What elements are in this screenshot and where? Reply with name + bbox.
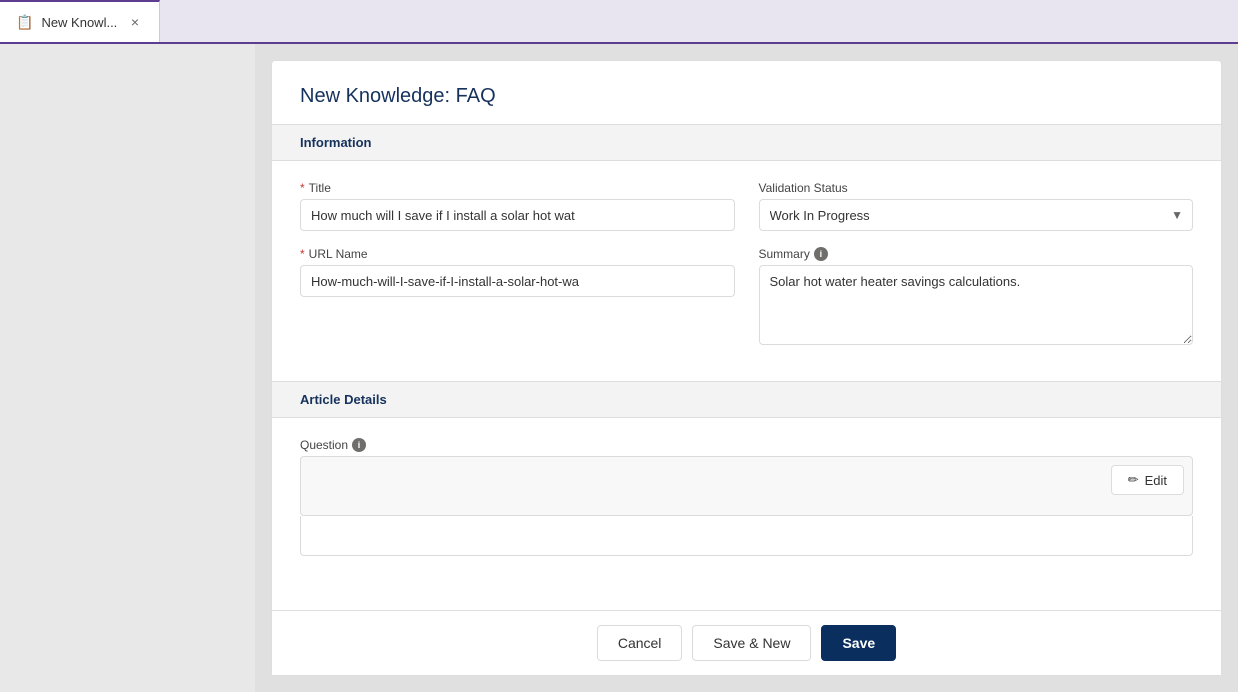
title-input[interactable]	[300, 199, 735, 231]
article-details-body: Question i ✏ Edit	[272, 418, 1221, 592]
main-area: New Knowledge: FAQ Information * Title	[0, 44, 1238, 692]
article-details-section-title: Article Details	[272, 381, 1221, 418]
tab-new-knowledge[interactable]: 📋 New Knowl... ×	[0, 0, 160, 42]
save-button[interactable]: Save	[821, 625, 896, 661]
question-bottom-section	[300, 516, 1193, 556]
sidebar	[0, 44, 255, 692]
title-required-star: *	[300, 181, 305, 195]
validation-status-select[interactable]: Draft Work In Progress Published Archive…	[759, 199, 1194, 231]
tab-label: New Knowl...	[41, 15, 117, 30]
page-title: New Knowledge: FAQ	[272, 61, 1221, 124]
tab-bar: 📋 New Knowl... ×	[0, 0, 1238, 44]
article-details-section: Article Details Question i ✏ Edit	[272, 381, 1221, 592]
validation-status-group: Validation Status Draft Work In Progress…	[759, 181, 1194, 231]
url-name-input[interactable]	[300, 265, 735, 297]
form-card: New Knowledge: FAQ Information * Title	[271, 60, 1222, 676]
information-section: Information * Title	[272, 124, 1221, 381]
question-info-icon[interactable]: i	[352, 438, 366, 452]
information-section-title: Information	[272, 124, 1221, 161]
form-footer: Cancel Save & New Save	[272, 610, 1221, 675]
summary-label: Summary i	[759, 247, 1194, 261]
save-new-button[interactable]: Save & New	[692, 625, 811, 661]
validation-status-wrapper: Draft Work In Progress Published Archive…	[759, 199, 1194, 231]
summary-group: Summary i Solar hot water heater savings…	[759, 247, 1194, 345]
knowledge-icon: 📋	[16, 14, 33, 31]
title-label: * Title	[300, 181, 735, 195]
information-row-2: * URL Name Summary i	[300, 247, 1193, 361]
edit-button[interactable]: ✏ Edit	[1111, 465, 1184, 495]
content-area: New Knowledge: FAQ Information * Title	[255, 44, 1238, 692]
question-editor: ✏ Edit	[300, 456, 1193, 516]
tab-close-button[interactable]: ×	[127, 12, 143, 32]
summary-textarea[interactable]: Solar hot water heater savings calculati…	[759, 265, 1194, 345]
cancel-button[interactable]: Cancel	[597, 625, 683, 661]
form-body: Information * Title	[272, 124, 1221, 610]
pencil-icon: ✏	[1128, 472, 1139, 488]
information-section-body: * Title Validation Status	[272, 161, 1221, 381]
url-name-group: * URL Name	[300, 247, 735, 345]
title-group: * Title	[300, 181, 735, 231]
summary-info-icon[interactable]: i	[814, 247, 828, 261]
question-group: Question i ✏ Edit	[300, 438, 1193, 556]
url-name-label: * URL Name	[300, 247, 735, 261]
url-required-star: *	[300, 247, 305, 261]
question-label: Question i	[300, 438, 1193, 452]
information-row-1: * Title Validation Status	[300, 181, 1193, 247]
validation-status-label: Validation Status	[759, 181, 1194, 195]
